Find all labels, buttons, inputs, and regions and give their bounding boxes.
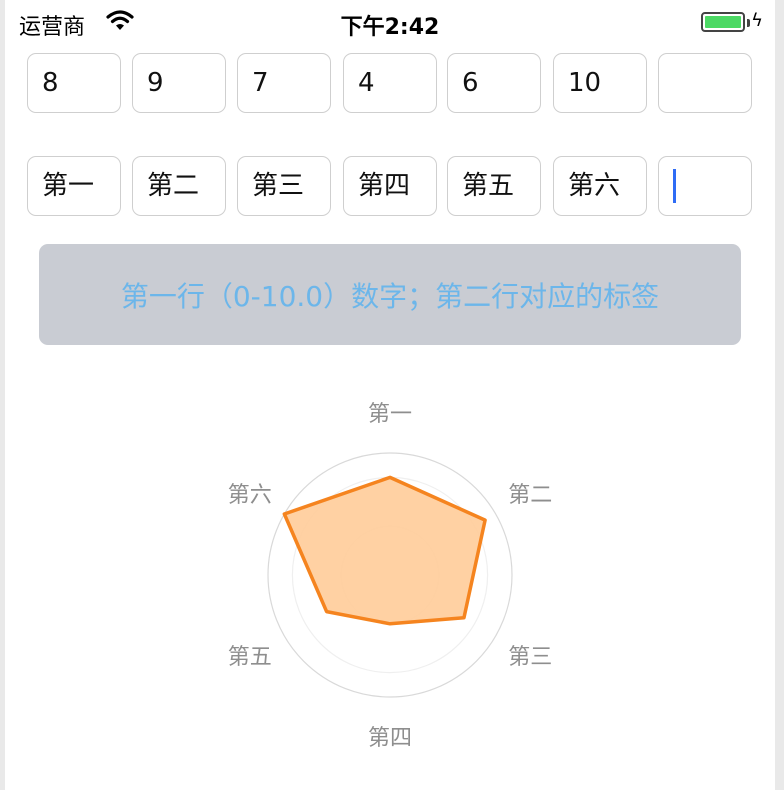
- radar-axis-label-6: 第六: [228, 483, 272, 508]
- radar-axis-label-5: 第五: [228, 645, 272, 670]
- value-input-row: 8 9 7 4 6 10: [27, 53, 757, 113]
- radar-axis-label-4: 第四: [368, 726, 412, 751]
- radar-axis-label-3: 第三: [508, 645, 552, 670]
- radar-axis-label-1: 第一: [368, 402, 412, 427]
- label-field-5[interactable]: 第五: [447, 156, 541, 216]
- instruction-banner: 第一行（0-10.0）数字；第二行对应的标签: [39, 244, 741, 345]
- value-field-7[interactable]: [658, 53, 752, 113]
- status-time: 下午2:42: [340, 15, 440, 40]
- label-field-4[interactable]: 第四: [343, 156, 437, 216]
- value-field-5[interactable]: 6: [447, 53, 541, 113]
- value-field-2[interactable]: 9: [132, 53, 226, 113]
- label-field-1[interactable]: 第一: [27, 156, 121, 216]
- value-field-1[interactable]: 8: [27, 53, 121, 113]
- battery-icon: [701, 12, 750, 32]
- radar-series-area: [282, 475, 487, 626]
- label-field-2[interactable]: 第二: [132, 156, 226, 216]
- label-input-row: 第一 第二 第三 第四 第五 第六: [27, 156, 757, 216]
- label-field-6[interactable]: 第六: [553, 156, 647, 216]
- radar-axis-label-2: 第二: [508, 483, 552, 508]
- instruction-text: 第一行（0-10.0）数字；第二行对应的标签: [120, 279, 660, 313]
- app-screen: 运营商 下午2:42 ϟ 8 9 7 4 6 10 第一 第二 第三 第四 第五…: [5, 0, 775, 790]
- label-field-3[interactable]: 第三: [237, 156, 331, 216]
- value-field-3[interactable]: 7: [237, 53, 331, 113]
- radar-chart: 第一第二第三第四 第五 第六: [228, 402, 553, 751]
- text-cursor: [673, 169, 676, 203]
- value-field-4[interactable]: 4: [343, 53, 437, 113]
- value-field-6[interactable]: 10: [553, 53, 647, 113]
- status-bar: 运营商 下午2:42 ϟ: [5, 0, 775, 44]
- charging-bolt-icon: ϟ: [751, 10, 763, 31]
